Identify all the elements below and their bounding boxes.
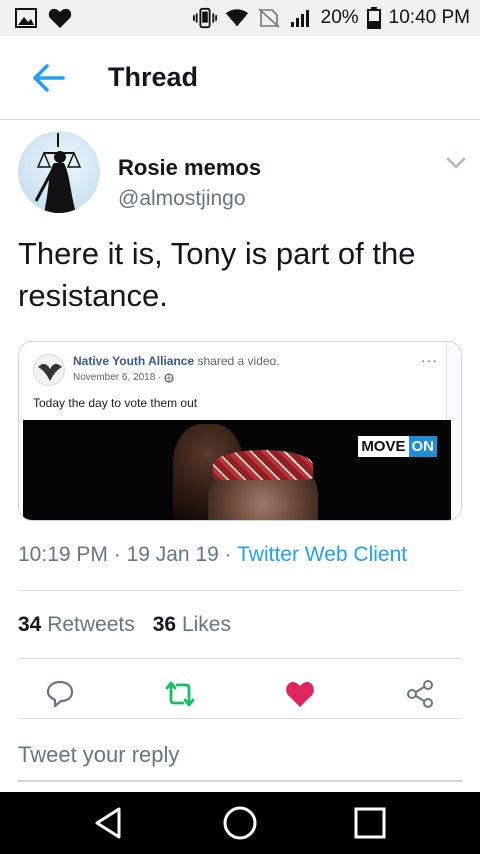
likes-stat[interactable]: 36 Likes	[153, 613, 231, 637]
system-nav-bar	[0, 792, 480, 854]
arrow-left-icon	[33, 63, 65, 92]
avatar[interactable]	[18, 131, 100, 213]
recents-square-icon	[354, 807, 386, 839]
post-action: shared a video.	[194, 354, 280, 368]
app-header: Thread	[0, 36, 480, 120]
reply-icon	[46, 680, 74, 708]
battery-icon	[366, 7, 381, 29]
author-handle[interactable]: @almostjingo	[118, 187, 246, 211]
home-circle-icon	[223, 806, 257, 840]
retweet-icon	[165, 681, 195, 707]
page-avatar	[33, 354, 65, 386]
clock: 10:40 PM	[388, 7, 470, 28]
wifi-icon	[225, 8, 249, 28]
page-name: Native Youth Alliance	[73, 354, 195, 368]
vibrate-icon	[192, 7, 217, 29]
heart-icon	[48, 8, 72, 28]
facebook-post-body: Native Youth Alliance shared a video. No…	[23, 342, 451, 520]
meta-separator: ·	[218, 543, 238, 566]
video-thumbnail: MOVE ON	[23, 420, 451, 520]
embedded-facebook-post: Native Youth Alliance shared a video. No…	[19, 342, 461, 520]
likes-label: Likes	[181, 613, 231, 636]
share-button[interactable]	[398, 672, 442, 716]
heart-filled-icon	[286, 682, 314, 707]
tweet-text: There it is, Tony is part of the resista…	[18, 236, 416, 313]
retweet-button[interactable]	[158, 672, 202, 716]
tweet-meta: 10:19 PM · 19 Jan 19 · Twitter Web Clien…	[18, 543, 407, 567]
meta-separator: ·	[107, 543, 127, 566]
signal-icon	[289, 8, 313, 28]
moveon-logo-move: MOVE	[358, 436, 409, 457]
post-date-row: November 6, 2018 ·	[73, 372, 174, 383]
reply-button[interactable]	[38, 672, 82, 716]
reply-input[interactable]: Tweet your reply	[18, 736, 462, 782]
post-header: Native Youth Alliance shared a video.	[73, 354, 280, 368]
retweets-count: 34	[18, 613, 42, 636]
battery-percent: 20%	[320, 7, 359, 28]
lady-justice-icon	[34, 133, 82, 213]
divider	[18, 718, 462, 719]
no-sim-icon	[257, 8, 281, 28]
back-triangle-icon	[95, 807, 121, 839]
chevron-down-icon	[446, 157, 466, 169]
more-icon: ···	[421, 352, 438, 368]
retweets-label: Retweets	[47, 613, 135, 636]
divider	[18, 590, 462, 591]
author-name[interactable]: Rosie memos	[118, 155, 261, 181]
moveon-logo: MOVE ON	[358, 436, 437, 457]
page-title: Thread	[108, 62, 199, 92]
share-icon	[407, 680, 433, 708]
nav-recents-button[interactable]	[350, 803, 390, 843]
tweet-menu-button[interactable]	[444, 153, 468, 173]
retweets-stat[interactable]: 34 Retweets	[18, 613, 135, 637]
author-row[interactable]: Rosie memos @almostjingo	[18, 131, 468, 221]
media-card[interactable]: Native Youth Alliance shared a video. No…	[18, 341, 462, 521]
status-bar: 20% 10:40 PM	[0, 0, 480, 36]
post-date: November 6, 2018 ·	[73, 372, 162, 383]
tweet-time: 10:19 PM	[18, 543, 108, 566]
back-button[interactable]	[18, 48, 78, 108]
image-icon	[14, 8, 38, 28]
globe-icon	[164, 372, 174, 383]
tweet-actions	[0, 672, 480, 716]
nav-back-button[interactable]	[88, 803, 128, 843]
likes-count: 36	[152, 613, 177, 636]
like-button[interactable]	[278, 672, 322, 716]
eagle-logo-icon	[38, 363, 62, 381]
video-bandana	[213, 450, 313, 480]
post-text: Today the day to vote them out	[33, 396, 198, 410]
moveon-logo-on: ON	[408, 436, 437, 457]
nav-home-button[interactable]	[220, 803, 260, 843]
tweet-stats: 34 Retweets 36 Likes	[18, 613, 231, 637]
tweet-client-link[interactable]: Twitter Web Client	[237, 543, 407, 566]
tweet-date: 19 Jan 19	[126, 543, 219, 566]
divider	[18, 658, 462, 659]
